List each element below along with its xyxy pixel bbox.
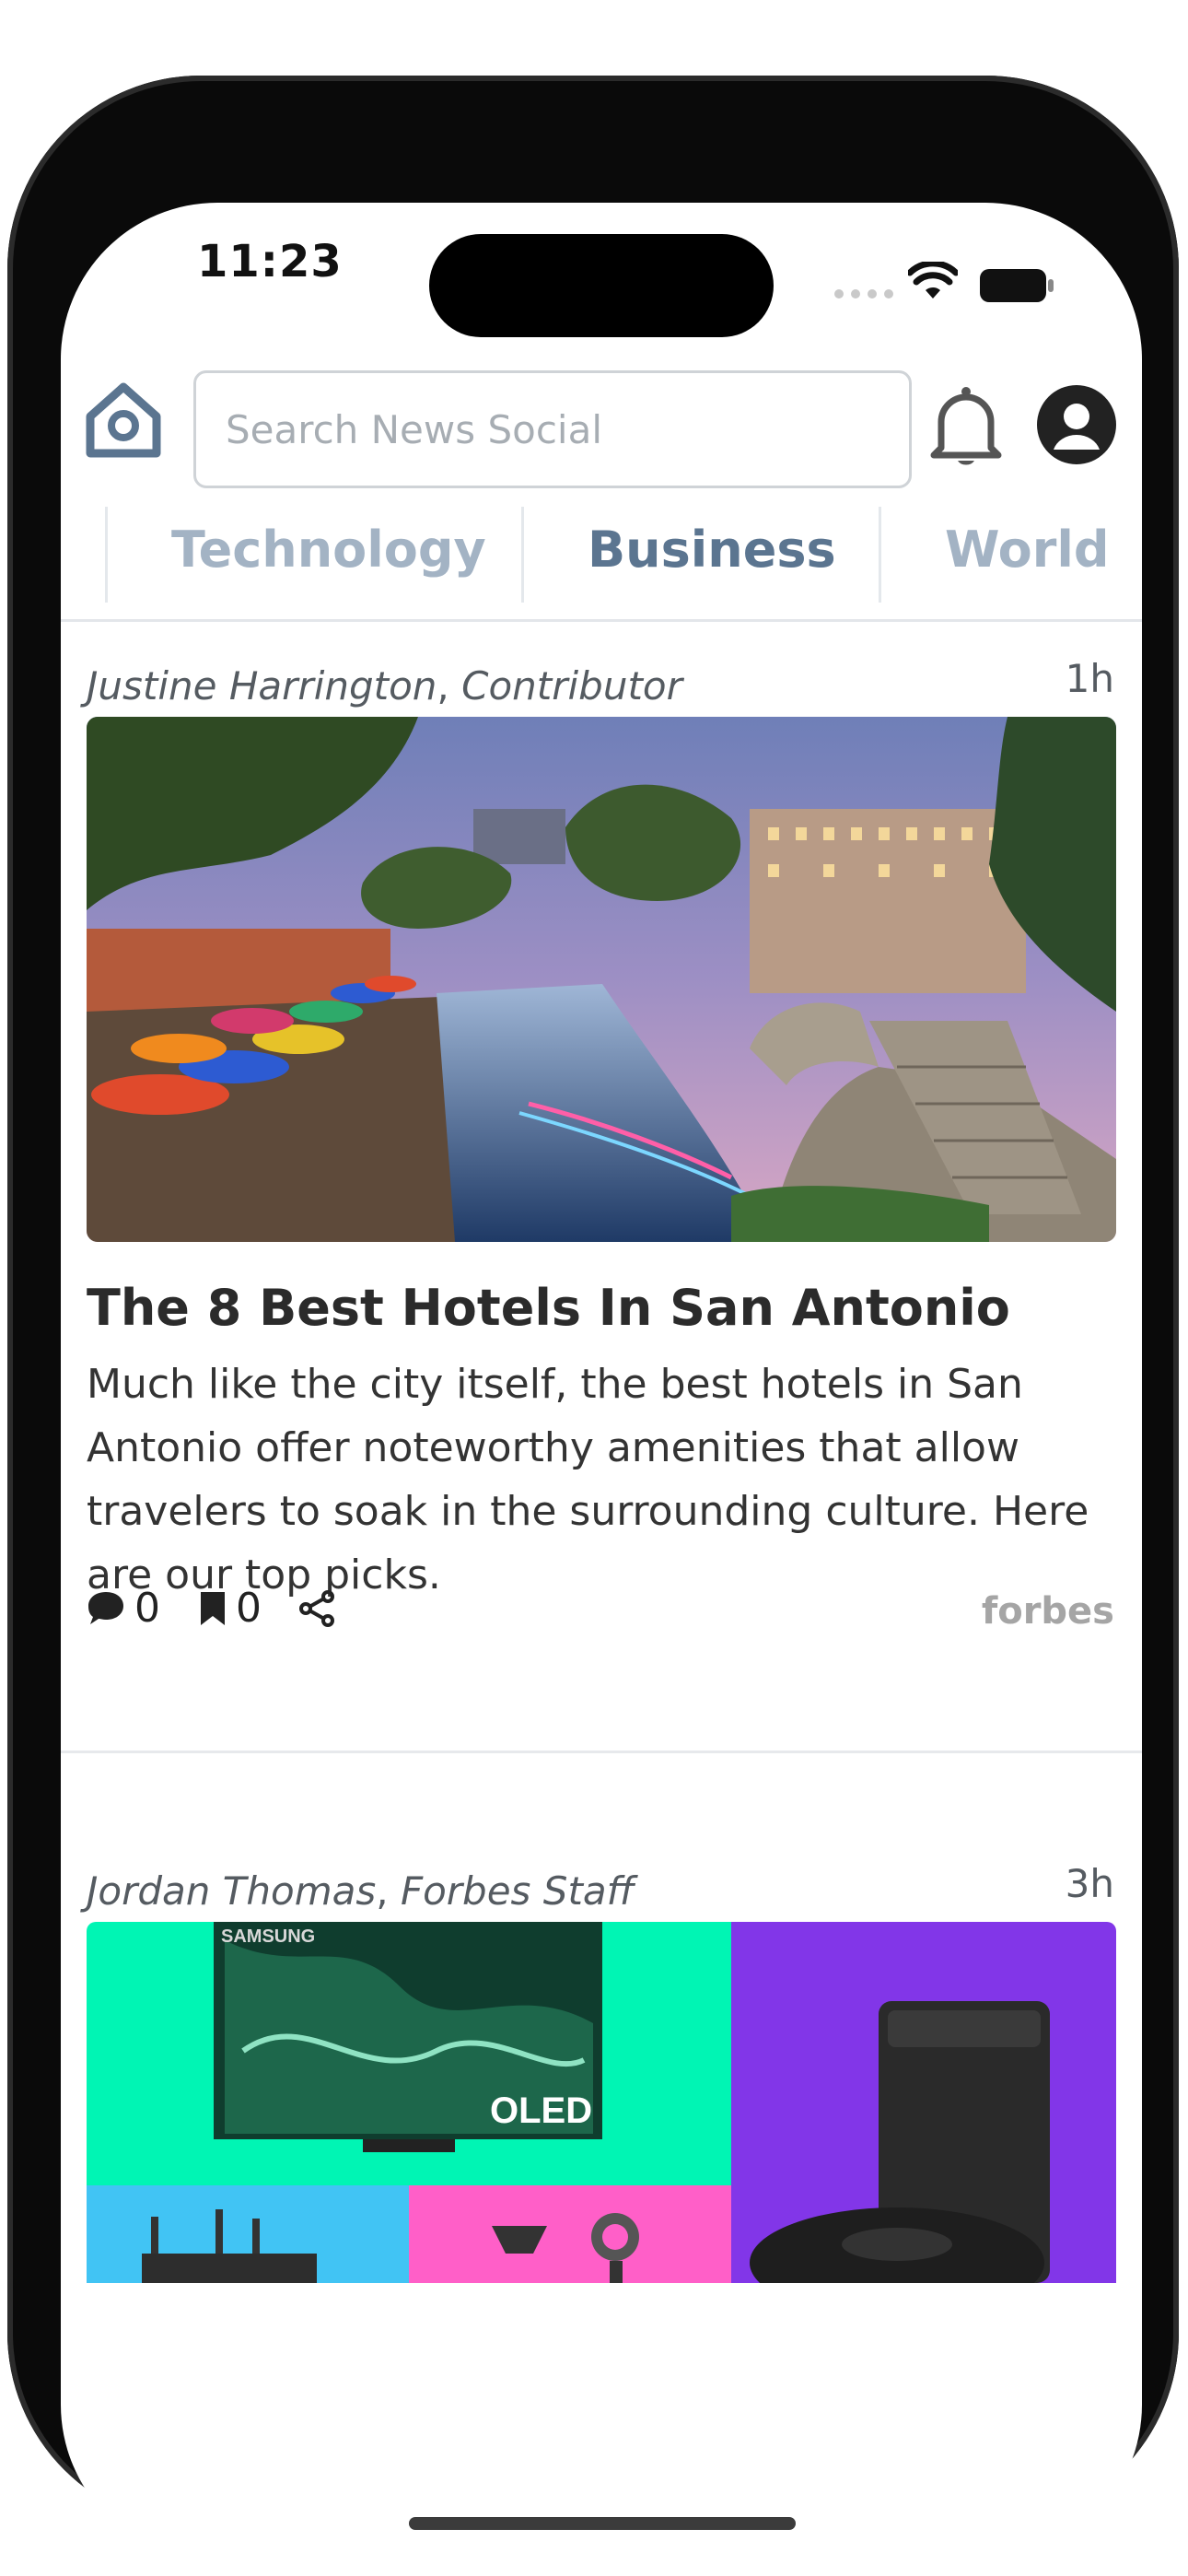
bookmark-icon [201, 1591, 225, 1625]
author-name[interactable]: Justine Harrington [87, 663, 437, 708]
article-actions: 0 0 [87, 1585, 335, 1632]
author-role: Forbes Staff [400, 1868, 635, 1914]
article-source[interactable]: forbes [982, 1590, 1114, 1633]
tab-technology[interactable]: Technology [171, 501, 486, 597]
dynamic-island [429, 234, 774, 337]
article-description: Much like the city itself, the best hote… [87, 1361, 1089, 1598]
wifi-icon [908, 262, 958, 299]
article-byline: Jordan Thomas, Forbes Staff [87, 1868, 635, 1914]
article-title[interactable]: The 8 Best Hotels In San Antonio [87, 1279, 1010, 1337]
bookmark-count: 0 [236, 1585, 262, 1632]
author-name[interactable]: Jordan Thomas [87, 1868, 376, 1914]
tab-divider [105, 507, 108, 603]
search-input[interactable]: Search News Social [193, 370, 912, 488]
search-placeholder: Search News Social [226, 406, 603, 452]
article-image[interactable] [87, 717, 1116, 1242]
article-time: 1h [1065, 656, 1114, 701]
home-indicator[interactable] [409, 2517, 796, 2530]
tab-divider [879, 507, 881, 603]
cellular-signal-icon [834, 289, 893, 299]
tabs-divider [61, 619, 1142, 622]
app-screen: 11:23 Search News Social Technology Busi… [61, 203, 1142, 2561]
category-tabs: Technology Business World [61, 501, 1142, 621]
tab-divider [521, 507, 524, 603]
comment-count: 0 [134, 1585, 160, 1632]
notifications-bell-icon[interactable] [928, 383, 1004, 468]
bookmark-button[interactable]: 0 [199, 1585, 262, 1632]
article-time: 3h [1065, 1861, 1114, 1906]
river-walk-image [87, 717, 1116, 1242]
article-separator [61, 1751, 1142, 1753]
oled-label-text: OLED [490, 2090, 592, 2131]
profile-avatar-icon[interactable] [1037, 385, 1116, 464]
phone-frame: 11:23 Search News Social Technology Busi… [7, 76, 1179, 2561]
home-icon[interactable] [83, 380, 164, 461]
article-byline: Justine Harrington, Contributor [87, 663, 682, 708]
tab-business[interactable]: Business [588, 501, 836, 597]
battery-icon [980, 269, 1054, 302]
comment-icon [88, 1591, 123, 1624]
share-icon[interactable] [298, 1589, 335, 1627]
products-collage-image: SAMSUNG OLED [87, 1922, 1116, 2283]
tab-world[interactable]: World [945, 501, 1110, 597]
author-role: Contributor [461, 663, 682, 708]
article-image[interactable]: SAMSUNG OLED [87, 1922, 1116, 2283]
samsung-logo-text: SAMSUNG [221, 1926, 315, 1947]
comment-button[interactable]: 0 [87, 1585, 160, 1632]
status-time: 11:23 [197, 236, 343, 287]
